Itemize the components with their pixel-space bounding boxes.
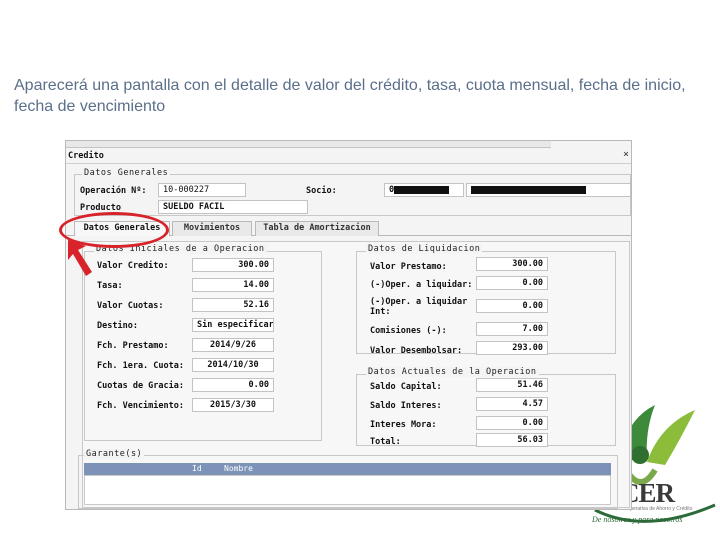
close-icon[interactable]: × bbox=[621, 150, 631, 160]
title-divider bbox=[66, 163, 631, 164]
capital-balance-label: Saldo Capital: bbox=[370, 382, 442, 392]
guarantor-legend: Garante(s) bbox=[84, 449, 145, 459]
guarantor-grid-body bbox=[84, 475, 611, 505]
loan-value-field[interactable]: 300.00 bbox=[476, 257, 548, 271]
grace-installments-label: Cuotas de Gracia: bbox=[97, 381, 184, 391]
capital-balance-field[interactable]: 51.46 bbox=[476, 378, 548, 392]
slide-caption: Aparecerá una pantalla con el detalle de… bbox=[14, 77, 686, 115]
tab-movimientos[interactable]: Movimientos bbox=[172, 221, 252, 236]
product-field[interactable]: SUELDO FACIL bbox=[158, 200, 308, 214]
operation-to-settle-field[interactable]: 0.00 bbox=[476, 276, 548, 290]
guarantor-grid-header: Id Nombre bbox=[84, 463, 611, 475]
operation-to-settle-interest-label: (-)Oper. a liquidar Int: bbox=[370, 297, 468, 317]
credit-window: Credito × Datos Generales Operación Nº: … bbox=[65, 140, 632, 510]
credit-value-field[interactable]: 300.00 bbox=[192, 258, 274, 272]
liquidation-legend: Datos de Liquidacion bbox=[366, 244, 483, 254]
maturity-date-label: Fch. Vencimiento: bbox=[97, 401, 184, 411]
column-header-id[interactable]: Id bbox=[192, 463, 202, 475]
commissions-field[interactable]: 7.00 bbox=[476, 322, 548, 336]
tab-tabla-amortizacion[interactable]: Tabla de Amortizacion bbox=[255, 221, 379, 236]
late-interest-label: Interes Mora: bbox=[370, 420, 437, 430]
credit-value-label: Valor Credito: bbox=[97, 261, 169, 271]
first-installment-date-label: Fch. 1era. Cuota: bbox=[97, 361, 184, 371]
member-label: Socio: bbox=[306, 186, 337, 196]
total-field[interactable]: 56.03 bbox=[476, 433, 548, 447]
installment-value-field[interactable]: 52.16 bbox=[192, 298, 274, 312]
installment-value-label: Valor Cuotas: bbox=[97, 301, 164, 311]
column-header-nombre[interactable]: Nombre bbox=[224, 463, 253, 475]
commissions-label: Comisiones (-): bbox=[370, 326, 447, 336]
total-label: Total: bbox=[370, 437, 401, 447]
loan-date-field[interactable]: 2014/9/26 bbox=[192, 338, 274, 352]
destination-label: Destino: bbox=[97, 321, 138, 331]
disbursement-value-label: Valor Desembolsar: bbox=[370, 346, 463, 356]
operation-to-settle-label: (-)Oper. a liquidar: bbox=[370, 280, 473, 290]
loan-value-label: Valor Prestamo: bbox=[370, 262, 447, 272]
window-title: Credito bbox=[68, 151, 104, 161]
loan-date-label: Fch. Prestamo: bbox=[97, 341, 169, 351]
redacted-member-id bbox=[394, 186, 449, 194]
background-decoration bbox=[0, 0, 720, 30]
interest-balance-field[interactable]: 4.57 bbox=[476, 397, 548, 411]
current-data-legend: Datos Actuales de la Operacion bbox=[366, 367, 539, 377]
interest-balance-label: Saldo Interes: bbox=[370, 401, 442, 411]
logo-tagline: De nosotros y para nosotros bbox=[592, 515, 683, 524]
rate-label: Tasa: bbox=[97, 281, 123, 291]
late-interest-field[interactable]: 0.00 bbox=[476, 416, 548, 430]
window-top-strip bbox=[66, 141, 551, 148]
disbursement-value-field[interactable]: 293.00 bbox=[476, 341, 548, 355]
operation-field[interactable]: 10-000227 bbox=[158, 183, 246, 197]
redacted-member-name bbox=[471, 186, 586, 194]
destination-field[interactable]: Sin especificar bbox=[192, 318, 274, 332]
first-installment-date-field[interactable]: 2014/10/30 bbox=[192, 358, 274, 372]
arrow-pointer-icon bbox=[68, 240, 92, 276]
maturity-date-field[interactable]: 2015/3/30 bbox=[192, 398, 274, 412]
general-data-legend: Datos Generales bbox=[82, 168, 171, 178]
operation-label: Operación Nº: bbox=[80, 186, 147, 196]
rate-field[interactable]: 14.00 bbox=[192, 278, 274, 292]
grace-installments-field[interactable]: 0.00 bbox=[192, 378, 274, 392]
operation-to-settle-interest-field[interactable]: 0.00 bbox=[476, 299, 548, 313]
